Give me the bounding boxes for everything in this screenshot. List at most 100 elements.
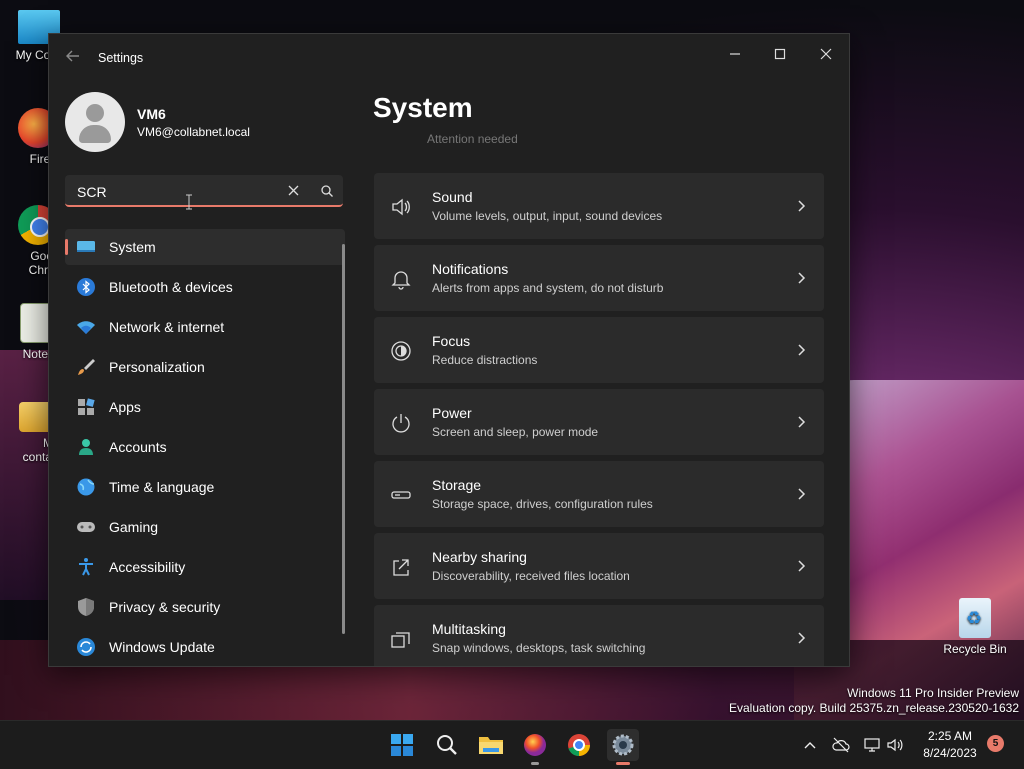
nav-item-bluetooth[interactable]: Bluetooth & devices (65, 269, 345, 305)
wifi-icon (77, 321, 95, 334)
card-title: Multitasking (432, 621, 506, 637)
search-button[interactable] (317, 181, 337, 201)
nav-item-time-language[interactable]: Time & language (65, 469, 345, 505)
window-title: Settings (98, 51, 144, 65)
avatar (65, 92, 125, 152)
settings-nav: System Bluetooth & devices Network & int… (65, 229, 345, 666)
card-storage[interactable]: Storage Storage space, drives, configura… (374, 461, 824, 527)
bell-icon (391, 271, 411, 290)
card-title: Focus (432, 333, 471, 349)
card-title: Notifications (432, 261, 509, 277)
nav-item-accounts[interactable]: Accounts (65, 429, 345, 465)
nav-label: Accounts (109, 439, 167, 455)
search-icon (321, 185, 333, 197)
card-power[interactable]: Power Screen and sleep, power mode (374, 389, 824, 455)
nav-item-privacy[interactable]: Privacy & security (65, 589, 345, 625)
minimize-button[interactable] (712, 40, 758, 70)
taskbar-file-explorer[interactable] (475, 729, 507, 761)
speaker-icon (392, 198, 410, 216)
clock-time[interactable]: 2:25 AM (920, 729, 980, 743)
nav-item-windows-update[interactable]: Windows Update (65, 629, 345, 665)
nav-scrollbar[interactable] (342, 244, 345, 634)
clock-date[interactable]: 8/24/2023 (915, 746, 985, 760)
nav-item-gaming[interactable]: Gaming (65, 509, 345, 545)
chevron-right-icon (798, 416, 806, 428)
nav-label: Windows Update (109, 639, 215, 655)
power-icon (392, 414, 410, 433)
nav-item-personalization[interactable]: Personalization (65, 349, 345, 385)
close-icon (820, 48, 832, 60)
settings-cards: Sound Volume levels, output, input, soun… (374, 173, 824, 666)
gear-icon (612, 734, 634, 756)
card-subtitle: Screen and sleep, power mode (432, 425, 599, 439)
nav-item-network[interactable]: Network & internet (65, 309, 345, 345)
chevron-right-icon (798, 272, 806, 284)
title-bar[interactable]: Settings (49, 34, 849, 82)
card-nearby-sharing[interactable]: Nearby sharing Discoverability, received… (374, 533, 824, 599)
chevron-right-icon (798, 344, 806, 356)
running-indicator (531, 762, 539, 765)
card-subtitle: Reduce distractions (432, 353, 538, 367)
desktop-icon-label: Recycle Bin (943, 642, 1007, 656)
card-subtitle: Storage space, drives, configuration rul… (432, 497, 653, 511)
taskbar-firefox[interactable] (519, 729, 551, 765)
card-title: Power (432, 405, 472, 421)
search-input[interactable] (75, 181, 279, 203)
system-icon (77, 241, 95, 252)
card-sound[interactable]: Sound Volume levels, output, input, soun… (374, 173, 824, 239)
card-focus[interactable]: Focus Reduce distractions (374, 317, 824, 383)
share-icon (393, 559, 409, 576)
cloud-offline-icon[interactable] (831, 735, 851, 755)
card-subtitle: Discoverability, received files location (432, 569, 630, 583)
back-button[interactable] (63, 48, 83, 68)
globe-icon (77, 478, 95, 496)
gamepad-icon (77, 522, 95, 532)
taskbar: 2:25 AM 8/24/2023 (0, 720, 1024, 769)
maximize-button[interactable] (757, 40, 803, 70)
user-email: VM6@collabnet.local (137, 125, 250, 139)
nav-item-system[interactable]: System (65, 229, 345, 265)
focus-icon (391, 341, 411, 361)
nav-label: Accessibility (109, 559, 186, 575)
firefox-icon (524, 734, 546, 756)
minimize-icon (730, 53, 740, 55)
network-icon[interactable] (862, 735, 882, 755)
brush-icon (78, 359, 95, 375)
taskbar-chrome[interactable] (563, 729, 595, 761)
nav-item-apps[interactable]: Apps (65, 389, 345, 425)
notification-badge[interactable]: 5 (987, 735, 1004, 752)
nav-label: Apps (109, 399, 141, 415)
maximize-icon (774, 48, 786, 60)
card-title: Storage (432, 477, 482, 493)
nav-label: Time & language (109, 479, 215, 495)
nav-label: Personalization (109, 359, 205, 375)
shield-icon (78, 598, 94, 616)
chevron-right-icon (798, 200, 806, 212)
user-name: VM6 (137, 106, 166, 122)
chevron-right-icon (798, 632, 806, 644)
start-button[interactable] (386, 729, 418, 761)
card-multitasking[interactable]: Multitasking Snap windows, desktops, tas… (374, 605, 824, 666)
chevron-right-icon (798, 488, 806, 500)
nav-label: Bluetooth & devices (109, 279, 233, 295)
desktop-icon-recycle-bin[interactable]: ♻ Recycle Bin (940, 598, 1010, 656)
bluetooth-icon (77, 278, 95, 296)
accessibility-icon (79, 558, 93, 576)
nav-item-accessibility[interactable]: Accessibility (65, 549, 345, 585)
close-button[interactable] (803, 40, 849, 70)
nav-label: Network & internet (109, 319, 225, 335)
taskbar-search-button[interactable] (431, 729, 463, 761)
settings-search-box[interactable] (65, 175, 343, 207)
card-subtitle: Snap windows, desktops, task switching (432, 641, 646, 655)
taskbar-settings[interactable] (607, 729, 639, 765)
chrome-icon (568, 734, 590, 757)
volume-icon[interactable] (885, 735, 905, 755)
folder-icon (479, 737, 503, 754)
card-notifications[interactable]: Notifications Alerts from apps and syste… (374, 245, 824, 311)
clear-search-button[interactable] (283, 181, 303, 201)
page-title: System (373, 92, 473, 123)
close-icon (288, 185, 298, 196)
chevron-right-icon (798, 560, 806, 572)
chevron-up-icon[interactable] (800, 735, 820, 755)
user-profile[interactable]: VM6 VM6@collabnet.local (65, 92, 345, 152)
